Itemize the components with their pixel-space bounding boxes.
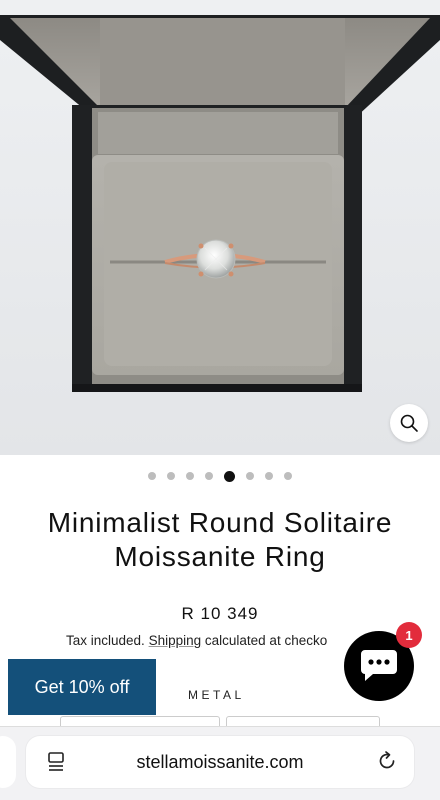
- gallery-dot[interactable]: [284, 472, 292, 480]
- metal-option-label: METAL: [188, 688, 245, 702]
- discount-popup-button[interactable]: Get 10% off: [8, 659, 156, 715]
- chat-bubble-icon: [361, 650, 397, 681]
- gallery-dot[interactable]: [265, 472, 273, 480]
- gallery-dot[interactable]: [148, 472, 156, 480]
- ring-box-illustration: [0, 0, 440, 455]
- reload-icon[interactable]: [376, 750, 398, 777]
- product-title-line-2: Moissanite Ring: [114, 541, 326, 572]
- gallery-dot[interactable]: [186, 472, 194, 480]
- browser-toolbar: stellamoissanite.com: [0, 726, 440, 800]
- shipping-link[interactable]: Shipping: [149, 633, 202, 648]
- gallery-dot[interactable]: [246, 472, 254, 480]
- previous-tab-edge[interactable]: [0, 736, 16, 788]
- chat-unread-badge: 1: [396, 622, 422, 648]
- product-title: Minimalist Round Solitaire Moissanite Ri…: [10, 506, 430, 574]
- gallery-dot-active[interactable]: [224, 470, 235, 482]
- product-image[interactable]: [0, 0, 440, 455]
- gallery-dot[interactable]: [205, 472, 213, 480]
- url-text: stellamoissanite.com: [136, 752, 304, 772]
- tax-prefix: Tax included.: [66, 633, 145, 648]
- address-bar[interactable]: stellamoissanite.com: [26, 736, 414, 788]
- tax-note: Tax included. Shipping calculated at che…: [66, 633, 327, 648]
- product-title-line-1: Minimalist Round Solitaire: [47, 507, 393, 538]
- gallery-pagination: [0, 470, 440, 482]
- product-price: R 10 349: [181, 604, 259, 623]
- zoom-button[interactable]: [390, 404, 428, 442]
- tax-suffix: calculated at checko: [204, 633, 328, 648]
- search-icon: [400, 414, 418, 432]
- gallery-dot[interactable]: [167, 472, 175, 480]
